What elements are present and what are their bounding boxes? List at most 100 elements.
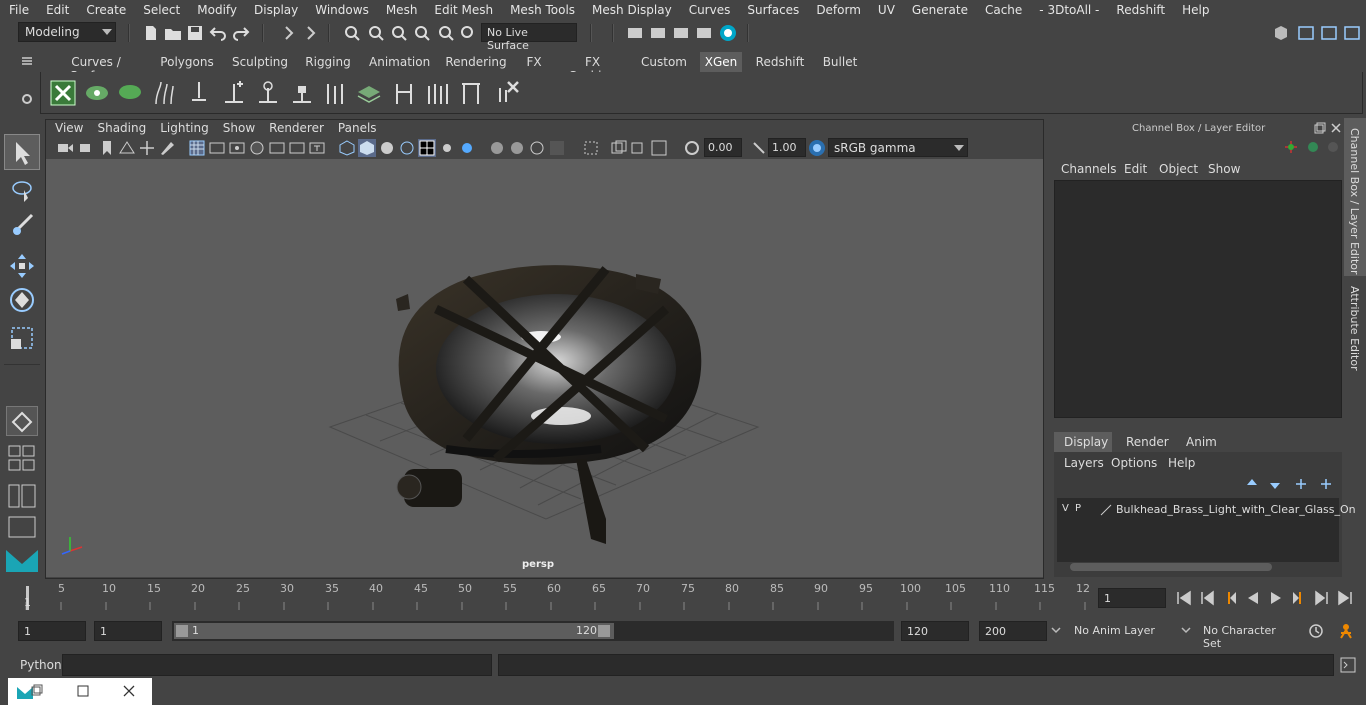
side-tab-attribute-editor[interactable]: Attribute Editor xyxy=(1344,280,1366,380)
motion-blur-icon[interactable] xyxy=(508,139,526,157)
default-material-icon[interactable] xyxy=(378,139,396,157)
xgen-editor-icon[interactable] xyxy=(50,80,76,106)
script-language-label[interactable]: Python xyxy=(20,658,62,672)
xgen-delete-icon[interactable] xyxy=(494,78,520,104)
channels-menu-object[interactable]: Object xyxy=(1159,162,1198,176)
camera-select-icon[interactable] xyxy=(56,139,74,157)
tool-settings-toggle-icon[interactable] xyxy=(1343,24,1361,42)
menu-mesh-tools[interactable]: Mesh Tools xyxy=(501,3,583,17)
layout-outliner-persp-icon[interactable] xyxy=(8,484,36,508)
field-chart-icon[interactable] xyxy=(268,139,286,157)
redo-icon[interactable] xyxy=(232,24,250,42)
xgen-select-icon[interactable] xyxy=(255,80,281,106)
speed-mode-icon[interactable] xyxy=(1305,139,1321,155)
shelf-tab-sculpting[interactable]: Sculpting xyxy=(231,52,289,72)
wireframe-icon[interactable] xyxy=(338,139,356,157)
xray-icon[interactable] xyxy=(418,139,436,157)
frame-all-icon[interactable] xyxy=(610,139,628,157)
manipulator-mode-icon[interactable] xyxy=(1283,139,1299,155)
menu-help[interactable]: Help xyxy=(1173,3,1217,17)
step-back-frame-icon[interactable] xyxy=(1221,589,1239,607)
playback-end-frame-field[interactable]: 120 xyxy=(901,621,969,641)
rotate-tool-icon[interactable] xyxy=(8,286,36,314)
shelf-tab-polygons[interactable]: Polygons xyxy=(158,52,216,72)
menu-cache[interactable]: Cache xyxy=(976,3,1030,17)
xgen-lock-icon[interactable] xyxy=(289,80,315,106)
layer-playback-toggle[interactable]: P xyxy=(1075,503,1081,514)
new-empty-layer-icon[interactable] xyxy=(1294,477,1308,491)
float-panel-icon[interactable] xyxy=(1314,122,1326,134)
move-layer-up-icon[interactable] xyxy=(1245,477,1259,491)
current-frame-field[interactable]: 1 xyxy=(1098,588,1166,608)
anim-layer-dropdown[interactable]: No Anim Layer xyxy=(1068,621,1190,641)
go-to-start-icon[interactable] xyxy=(1175,589,1193,607)
layer-scrollbar[interactable] xyxy=(1070,563,1272,571)
menu-create[interactable]: Create xyxy=(77,3,134,17)
snap-grid-icon[interactable] xyxy=(343,24,361,42)
animation-preferences-icon[interactable] xyxy=(1337,622,1355,640)
new-scene-icon[interactable] xyxy=(142,24,160,42)
menu-curves[interactable]: Curves xyxy=(680,3,739,17)
xgen-sculpt-icon[interactable] xyxy=(322,80,348,106)
expand-arrow-icon[interactable] xyxy=(280,24,298,42)
snap-curve-icon[interactable] xyxy=(367,24,385,42)
snap-live-icon[interactable] xyxy=(459,24,477,42)
channel-box-list[interactable] xyxy=(1054,180,1342,418)
gate-mask-icon[interactable] xyxy=(248,139,266,157)
isolate-select-icon[interactable] xyxy=(582,139,600,157)
safe-title-icon[interactable] xyxy=(308,139,326,157)
menu-mesh[interactable]: Mesh xyxy=(377,3,426,17)
gamma-field[interactable]: 1.00 xyxy=(768,138,806,157)
close-panel-icon[interactable] xyxy=(1330,122,1342,134)
menu-select[interactable]: Select xyxy=(134,3,188,17)
camera-attributes-icon[interactable] xyxy=(78,139,96,157)
wireframe-on-shaded-icon[interactable] xyxy=(398,139,416,157)
shelf-tab-rendering[interactable]: Rendering xyxy=(445,52,507,72)
channels-menu-channels[interactable]: Channels xyxy=(1061,162,1117,176)
vp-menu-panels[interactable]: Panels xyxy=(331,120,384,138)
vp-menu-renderer[interactable]: Renderer xyxy=(262,120,331,138)
scene-end-frame-field[interactable]: 200 xyxy=(979,621,1047,641)
vp-menu-shading[interactable]: Shading xyxy=(90,120,153,138)
bookmark-icon[interactable] xyxy=(98,139,116,157)
step-back-key-icon[interactable] xyxy=(1198,589,1216,607)
channel-box-toggle-icon[interactable] xyxy=(1320,24,1338,42)
shelf-tab-xgen[interactable]: XGen xyxy=(700,52,742,72)
select-tool-button[interactable] xyxy=(4,134,40,170)
side-tab-channel-box[interactable]: Channel Box / Layer Editor xyxy=(1344,118,1366,276)
layer-tab-display[interactable]: Display xyxy=(1054,432,1112,452)
xgen-hide-icon[interactable] xyxy=(117,80,143,106)
vp-menu-view[interactable]: View xyxy=(48,120,90,138)
shelf-tabs-menu-icon[interactable] xyxy=(20,54,34,68)
move-layer-down-icon[interactable] xyxy=(1268,477,1282,491)
render-view-icon[interactable] xyxy=(695,24,713,42)
render-frame-icon[interactable] xyxy=(649,24,667,42)
lasso-tool-icon[interactable] xyxy=(10,178,36,204)
layout-single-icon[interactable] xyxy=(8,516,36,538)
step-forward-frame-icon[interactable] xyxy=(1290,589,1308,607)
open-scene-icon[interactable] xyxy=(164,24,182,42)
render-settings-icon[interactable] xyxy=(626,24,644,42)
menu-generate[interactable]: Generate xyxy=(903,3,976,17)
layer-row[interactable]: V P Bulkhead_Brass_Light_with_Clear_Glas… xyxy=(1057,500,1356,520)
film-gate-icon[interactable] xyxy=(208,139,226,157)
menu-uv[interactable]: UV xyxy=(869,3,903,17)
shadows-icon[interactable] xyxy=(458,139,476,157)
xgen-place-icon[interactable] xyxy=(186,80,212,106)
shelf-tab-bullet[interactable]: Bullet xyxy=(821,52,859,72)
menu-redshift[interactable]: Redshift xyxy=(1107,3,1173,17)
xgen-interactive-groom-icon[interactable] xyxy=(425,80,451,106)
hyper-mode-icon[interactable] xyxy=(1325,139,1341,155)
menu-surfaces[interactable]: Surfaces xyxy=(738,3,807,17)
scale-tool-icon[interactable] xyxy=(8,324,36,352)
use-all-lights-icon[interactable] xyxy=(438,139,456,157)
menu-modify[interactable]: Modify xyxy=(188,3,245,17)
outliner-toggle-icon[interactable] xyxy=(1297,24,1315,42)
auto-key-icon[interactable] xyxy=(1307,622,1325,640)
range-slider-handle[interactable]: 1 120 xyxy=(174,623,614,639)
snap-point-icon[interactable] xyxy=(390,24,408,42)
character-set-dropdown[interactable]: No Character Set xyxy=(1197,621,1299,650)
command-input[interactable] xyxy=(62,654,492,676)
shelf-tab-curves-surfaces[interactable]: Curves / Surfaces xyxy=(50,52,142,83)
layer-name[interactable]: Bulkhead_Brass_Light_with_Clear_Glass_On xyxy=(1116,503,1356,516)
